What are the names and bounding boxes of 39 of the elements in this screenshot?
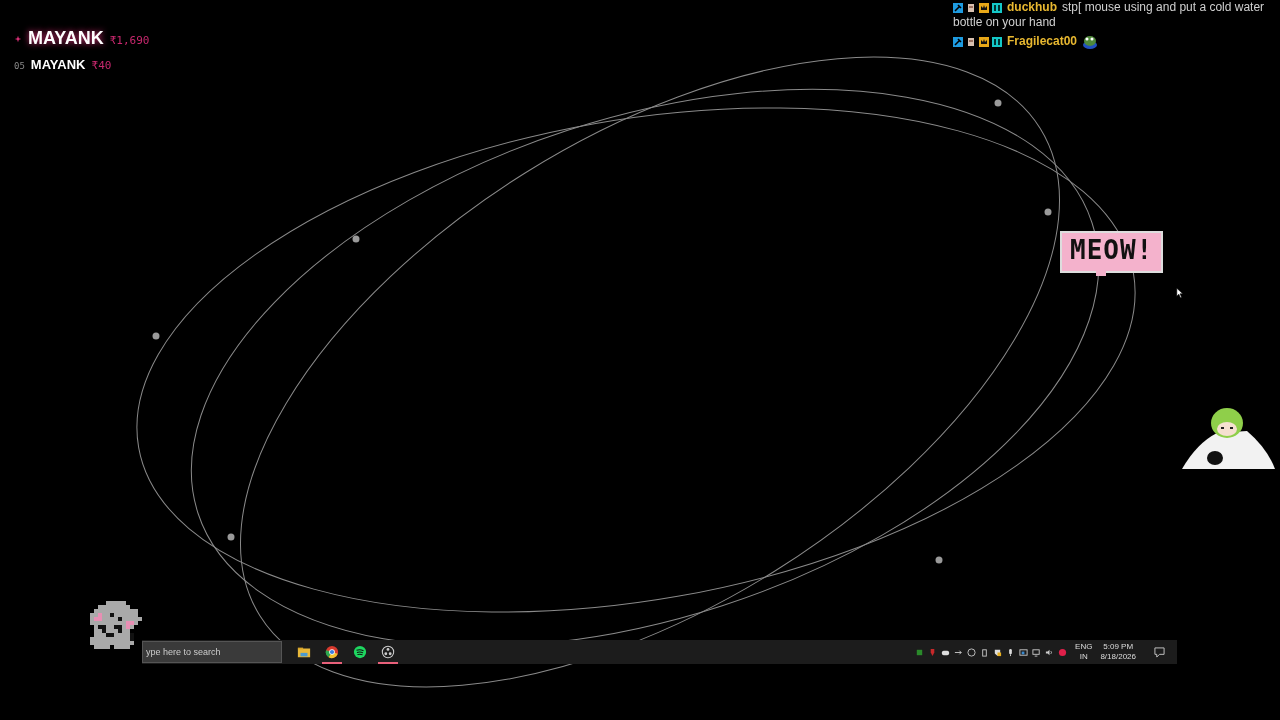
donor-name: MAYANK (30, 57, 86, 72)
sparkle-icon (14, 34, 22, 43)
speaker-icon[interactable] (1045, 647, 1055, 657)
rank-number: 05 (14, 61, 25, 71)
chat-message: bottle on your hand (953, 15, 1056, 30)
usb-drive-icon[interactable] (980, 647, 990, 657)
orbit-dot (227, 533, 235, 541)
letter-badge-icon (992, 2, 1002, 13)
letter-badge-icon (992, 36, 1002, 47)
orbit-dot (152, 332, 160, 340)
orbit-dot (1044, 208, 1052, 216)
screen-icon[interactable] (1019, 647, 1029, 657)
orbit-dot (935, 556, 943, 564)
crown-badge-icon (979, 2, 989, 13)
chip-icon[interactable] (915, 647, 925, 657)
donation-amount: ₹40 (91, 59, 112, 72)
bubble-text: MEOW! (1070, 235, 1154, 265)
donation-amount: ₹1,690 (109, 34, 150, 47)
mouse-cursor-icon (1176, 287, 1184, 299)
language-indicator[interactable]: ENG IN (1075, 642, 1093, 662)
network-icon[interactable] (1032, 647, 1042, 657)
folder-icon[interactable] (297, 645, 311, 659)
notification-icon[interactable] (1154, 646, 1165, 658)
aperture-icon[interactable] (967, 647, 977, 657)
music-app-icon[interactable] (353, 645, 367, 659)
shield-icon[interactable] (993, 647, 1003, 657)
donor-name: MAYANK (28, 28, 104, 49)
clock[interactable]: 5:09 PM 8/18/2026 (1100, 642, 1136, 662)
orbit-dot (994, 99, 1002, 107)
record-icon[interactable] (1058, 647, 1068, 657)
browser-icon[interactable] (325, 645, 339, 659)
crown-badge-icon (979, 36, 989, 47)
hammer-badge-icon (953, 36, 963, 47)
search-field[interactable]: ype here to search (142, 641, 282, 663)
chat-message: stp[ mouse using and put a cold water (1062, 0, 1265, 15)
aperture-icon[interactable] (381, 645, 395, 659)
orbit-dot (352, 235, 360, 243)
chat-username: duckhub (1007, 0, 1057, 15)
chat-username: Fragilecat00 (1007, 34, 1078, 49)
